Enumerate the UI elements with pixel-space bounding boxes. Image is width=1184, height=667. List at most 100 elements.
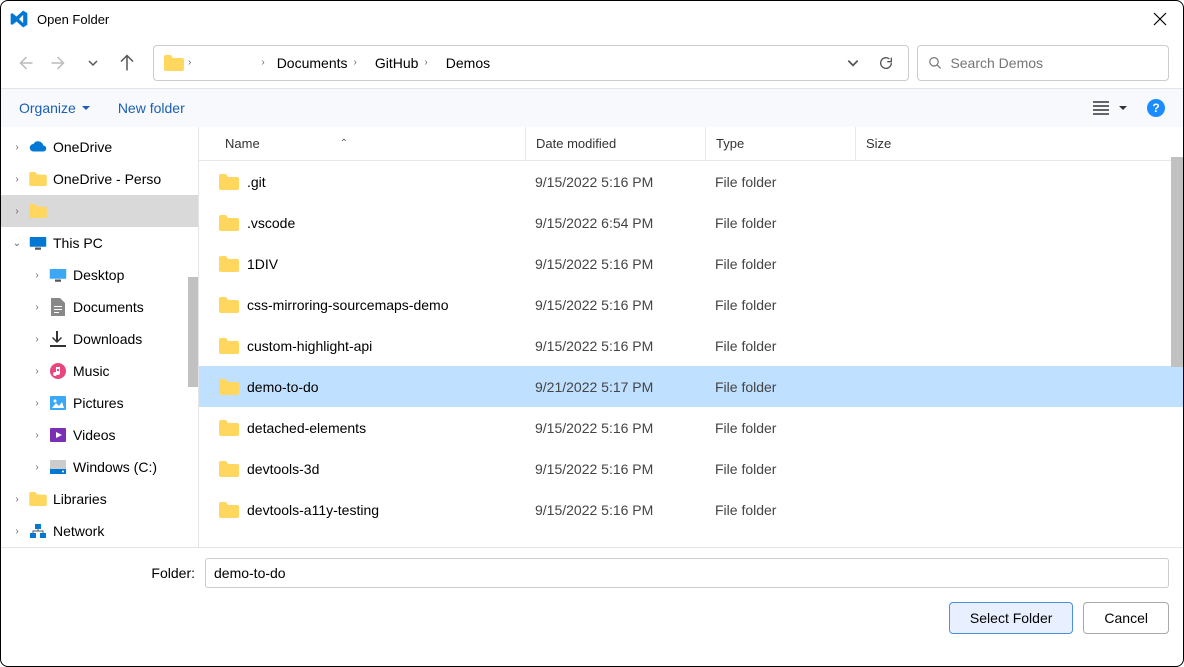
sidebar-item[interactable]: ›Windows (C:) [1,451,198,483]
refresh-icon[interactable] [878,55,894,71]
sidebar-label: Music [73,363,110,379]
sidebar-item[interactable]: › OneDrive - Perso [1,163,198,195]
chevron-down-icon[interactable] [846,56,860,70]
search-input[interactable] [950,55,1158,71]
file-row[interactable]: demo-to-do9/21/2022 5:17 PMFile folder [199,366,1183,407]
file-row[interactable]: .vscode9/15/2022 6:54 PMFile folder [199,202,1183,243]
breadcrumb-label: Demos [446,55,490,71]
forward-button[interactable] [49,53,69,73]
folder-input[interactable] [205,558,1169,588]
column-name[interactable]: Name⌃ [225,136,525,151]
sidebar-icon [29,138,47,156]
file-row[interactable]: .git9/15/2022 5:16 PMFile folder [199,161,1183,202]
cell-type: File folder [705,502,855,518]
sidebar-label: OneDrive - Perso [53,171,161,187]
folder-icon [219,379,239,395]
sidebar-icon [29,202,47,220]
view-menu[interactable] [1093,101,1127,115]
file-row[interactable]: css-mirroring-sourcemaps-demo9/15/2022 5… [199,284,1183,325]
up-button[interactable] [117,53,137,73]
arrow-left-icon [16,54,34,72]
cell-date: 9/15/2022 5:16 PM [525,297,705,313]
folder-icon [219,256,239,272]
toolbar: Organize New folder ? [1,89,1183,127]
sidebar-item[interactable]: ⌄This PC [1,227,198,259]
file-name: 1DIV [247,256,278,272]
column-name-label: Name [225,136,260,151]
file-row[interactable]: 1DIV9/15/2022 5:16 PMFile folder [199,243,1183,284]
dropdown-icon [82,104,90,112]
file-row[interactable]: devtools-a11y-testing9/15/2022 5:16 PMFi… [199,489,1183,530]
chevron-icon: › [11,206,23,217]
sidebar-item[interactable]: ›Videos [1,419,198,451]
chevron-icon: › [11,174,23,185]
column-size[interactable]: Size [855,127,955,160]
folder-icon [219,297,239,313]
cell-date: 9/15/2022 5:16 PM [525,174,705,190]
cell-date: 9/15/2022 6:54 PM [525,215,705,231]
sidebar-item[interactable]: ›Downloads [1,323,198,355]
chevron-right-icon: › [261,57,264,68]
folder-icon [219,502,239,518]
sidebar-label: Documents [73,299,144,315]
help-button[interactable]: ? [1147,99,1165,117]
search-icon [928,55,942,71]
cell-name: .git [219,174,525,190]
file-scrollbar[interactable] [1171,157,1183,367]
file-name: devtools-3d [247,461,319,477]
column-date[interactable]: Date modified [525,127,705,160]
sidebar-icon [29,170,47,188]
sidebar-icon [29,234,47,252]
breadcrumb-demos[interactable]: Demos [440,55,496,71]
breadcrumb-documents[interactable]: Documents› [271,55,363,71]
recent-dropdown[interactable] [83,53,103,73]
sidebar-item[interactable]: › Music [1,355,198,387]
chevron-right-icon: › [188,57,191,68]
cell-date: 9/15/2022 5:16 PM [525,420,705,436]
list-view-icon [1093,101,1109,115]
cell-date: 9/15/2022 5:16 PM [525,502,705,518]
cancel-button[interactable]: Cancel [1083,602,1169,634]
cell-type: File folder [705,174,855,190]
file-row[interactable]: devtools-3d9/15/2022 5:16 PMFile folder [199,448,1183,489]
folder-icon [219,420,239,436]
window-title: Open Folder [37,12,1145,27]
close-button[interactable] [1145,8,1175,30]
sidebar-item[interactable]: ›Desktop [1,259,198,291]
file-row[interactable]: detached-elements9/15/2022 5:16 PMFile f… [199,407,1183,448]
navbar: › › Documents› GitHub› Demos [1,37,1183,89]
sidebar-item[interactable]: ›Libraries [1,483,198,515]
cell-date: 9/15/2022 5:16 PM [525,256,705,272]
address-bar[interactable]: › › Documents› GitHub› Demos [153,45,909,81]
search-box[interactable] [917,45,1169,81]
sidebar-label: Desktop [73,267,124,283]
new-folder-button[interactable]: New folder [118,100,185,116]
titlebar: Open Folder [1,1,1183,37]
folder-icon [219,338,239,354]
file-row[interactable]: custom-highlight-api9/15/2022 5:16 PMFil… [199,325,1183,366]
cell-date: 9/15/2022 5:16 PM [525,338,705,354]
chevron-icon: › [31,334,43,345]
chevron-down-icon [87,57,99,69]
address-folder-icon[interactable]: › [160,55,195,71]
sidebar-item[interactable]: ›Network [1,515,198,547]
sidebar-label: Windows (C:) [73,459,157,475]
sidebar-item[interactable]: › [1,195,198,227]
select-folder-button[interactable]: Select Folder [949,602,1073,634]
sidebar-item[interactable]: ›OneDrive [1,131,198,163]
chevron-icon: › [31,366,43,377]
back-button[interactable] [15,53,35,73]
sidebar-scrollbar[interactable] [188,277,198,387]
sidebar-icon [49,394,67,412]
folder-icon [164,55,184,71]
sidebar: ›OneDrive›OneDrive - Perso›⌄This PC›Desk… [1,127,199,547]
breadcrumb-github[interactable]: GitHub› [369,55,434,71]
column-type[interactable]: Type [705,127,855,160]
cell-name: demo-to-do [219,379,525,395]
sidebar-item[interactable]: ›Documents [1,291,198,323]
chevron-icon: › [11,526,23,537]
cell-name: detached-elements [219,420,525,436]
sidebar-item[interactable]: ›Pictures [1,387,198,419]
chevron-icon: › [11,494,23,505]
organize-menu[interactable]: Organize [19,100,90,116]
